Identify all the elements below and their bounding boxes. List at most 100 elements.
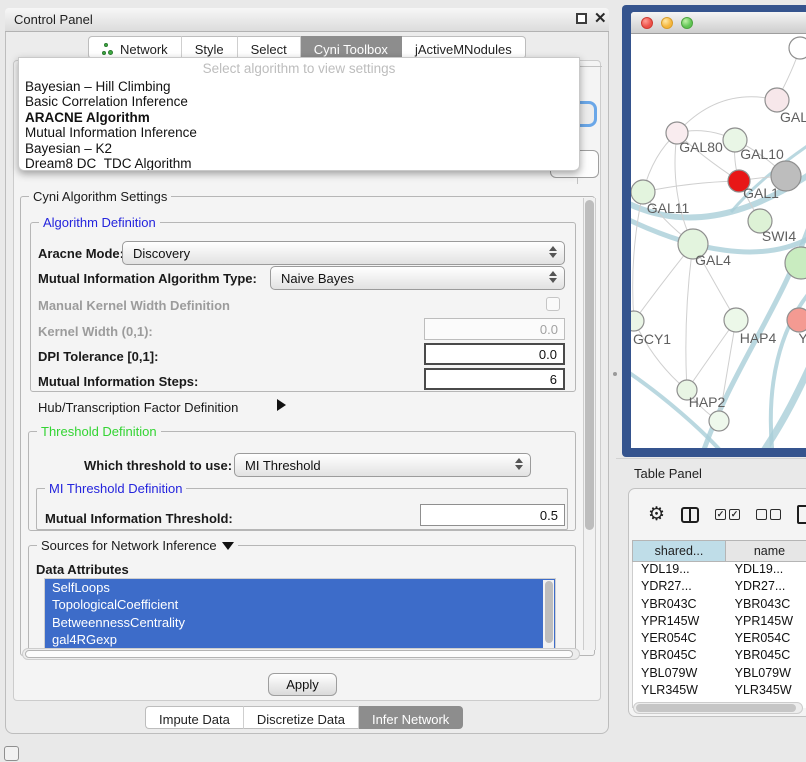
- table-row[interactable]: YLR345WYLR345W9.: [633, 683, 806, 700]
- table-row[interactable]: YPR145WYPR145W9.: [633, 614, 806, 631]
- network-node[interactable]: [771, 161, 801, 191]
- control-panel-tabs: NetworkStyle Select Cyni ToolboxjActiveMNo…: [88, 36, 526, 59]
- network-edge[interactable]: [643, 181, 739, 192]
- zoom-traffic-light-icon[interactable]: [681, 17, 693, 29]
- deselect-all-columns-icon[interactable]: [756, 509, 781, 520]
- table-cell: YLR345W: [633, 683, 727, 700]
- network-node-label: GAL: [780, 109, 806, 125]
- mi-algorithm-type-label: Mutual Information Algorithm Type:: [38, 271, 257, 286]
- attributes-scrollbar[interactable]: [543, 580, 554, 650]
- table-columns-icon[interactable]: [681, 507, 699, 523]
- network-node-hap4[interactable]: [724, 308, 748, 332]
- data-attributes-label: Data Attributes: [36, 562, 129, 577]
- attribute-item-gal4rgexp[interactable]: gal4RGexp: [45, 631, 555, 648]
- aracne-mode-combo[interactable]: Discovery: [122, 241, 565, 265]
- table-cell: YBR043C: [727, 597, 806, 614]
- table-row[interactable]: YBR043CYBR043C: [633, 597, 806, 614]
- tab-label: Select: [251, 42, 287, 57]
- attribute-item-selfloops[interactable]: SelfLoops: [45, 579, 555, 596]
- network-node-gcy1[interactable]: [631, 311, 644, 331]
- table-row[interactable]: YBL079WYBL079W: [633, 666, 806, 683]
- tab-impute-data[interactable]: Impute Data: [145, 706, 244, 729]
- mi-steps-label: Mutual Information Steps:: [38, 374, 198, 389]
- table-row[interactable]: YDL19...YDL19...13: [633, 562, 806, 579]
- table-cell: YPR145W: [727, 614, 806, 631]
- which-threshold-value: MI Threshold: [245, 458, 321, 473]
- apply-button[interactable]: Apply: [268, 673, 337, 696]
- close-traffic-light-icon[interactable]: [641, 17, 653, 29]
- network-edge[interactable]: [677, 97, 777, 133]
- aracne-mode-value: Discovery: [133, 246, 190, 261]
- which-threshold-combo[interactable]: MI Threshold: [234, 453, 531, 477]
- table-cell: YBL079W: [727, 666, 806, 683]
- algorithm-popup-placeholder: Select algorithm to view settings: [19, 58, 579, 79]
- network-canvas[interactable]: GALGAL80GAL10GAL1GAL11SWI4GAL4GCY1HAP4YH…: [631, 34, 806, 448]
- mi-algorithm-type-combo[interactable]: Naive Bayes: [270, 266, 565, 290]
- document-icon[interactable]: [797, 505, 806, 524]
- control-panel-header: [5, 8, 609, 32]
- algorithm-option-bayesian-hill-climbing[interactable]: Bayesian – Hill Climbing: [19, 79, 579, 94]
- table-cell: YDL19...: [727, 562, 806, 579]
- algorithm-option-basic-correlation-inference[interactable]: Basic Correlation Inference: [19, 94, 579, 109]
- algorithm-option-dream8-dc-tdc-algorithm[interactable]: Dream8 DC_TDC Algorithm: [19, 156, 579, 171]
- tab-style[interactable]: Style: [182, 36, 238, 59]
- expand-right-icon[interactable]: [277, 399, 286, 411]
- network-edge[interactable]: [686, 244, 693, 390]
- algorithm-option-mutual-information-inference[interactable]: Mutual Information Inference: [19, 125, 579, 140]
- data-attributes-list[interactable]: SelfLoopsTopologicalCoefficientBetweenne…: [44, 578, 556, 650]
- mi-threshold-field[interactable]: [420, 504, 565, 526]
- settings-horizontal-scrollbar[interactable]: [22, 648, 580, 660]
- algorithm-definition-title: Algorithm Definition: [39, 215, 160, 230]
- table-cell: YER054C: [727, 631, 806, 648]
- table-row[interactable]: YBR045CYBR045C9.: [633, 648, 806, 665]
- tab-cyni-toolbox[interactable]: Cyni Toolbox: [301, 36, 402, 59]
- attribute-item-topologicalcoefficient[interactable]: TopologicalCoefficient: [45, 596, 555, 613]
- sources-toggle[interactable]: Sources for Network Inference: [37, 538, 238, 553]
- split-divider-handle[interactable]: [613, 372, 617, 376]
- table-panel-divider: [616, 458, 806, 459]
- network-node[interactable]: [709, 411, 729, 431]
- mi-steps-field[interactable]: [424, 368, 565, 390]
- network-window[interactable]: GALGAL80GAL10GAL1GAL11SWI4GAL4GCY1HAP4YH…: [622, 5, 806, 457]
- tab-label: Infer Network: [372, 712, 449, 727]
- which-threshold-label: Which threshold to use:: [84, 458, 232, 473]
- restore-panel-icon[interactable]: [4, 746, 19, 761]
- network-tab-icon: [102, 43, 115, 56]
- dpi-tolerance-field[interactable]: [424, 343, 565, 365]
- tab-network[interactable]: Network: [88, 36, 182, 59]
- tab-infer-network[interactable]: Infer Network: [359, 706, 463, 729]
- float-panel-icon[interactable]: [576, 13, 587, 24]
- select-all-columns-icon[interactable]: ✓✓: [715, 509, 740, 520]
- manual-kernel-checkbox[interactable]: [546, 297, 560, 311]
- manual-kernel-label: Manual Kernel Width Definition: [38, 298, 230, 313]
- network-node-label: GAL1: [743, 185, 779, 201]
- table-row[interactable]: YDR27...YDR27...12: [633, 579, 806, 596]
- network-node-y[interactable]: [787, 308, 806, 332]
- gear-icon[interactable]: ⚙: [648, 505, 665, 524]
- column-header-name[interactable]: name: [726, 540, 806, 562]
- close-icon[interactable]: ✕: [594, 9, 607, 27]
- cyni-algorithm-settings-title: Cyni Algorithm Settings: [29, 189, 171, 204]
- mi-algorithm-type-value: Naive Bayes: [281, 271, 354, 286]
- algorithm-option-bayesian-k2[interactable]: Bayesian – K2: [19, 141, 579, 156]
- kernel-width-label: Kernel Width (0,1):: [38, 324, 153, 339]
- kernel-width-field[interactable]: [424, 318, 565, 340]
- settings-vertical-scrollbar[interactable]: [583, 198, 596, 650]
- column-header-shared[interactable]: shared...: [632, 540, 726, 562]
- algorithm-dropdown-popup: Select algorithm to view settings Bayesi…: [18, 57, 580, 171]
- attribute-item-betweennesscentrality[interactable]: BetweennessCentrality: [45, 614, 555, 631]
- table-horizontal-scrollbar[interactable]: [633, 702, 803, 714]
- algorithm-option-aracne-algorithm[interactable]: ARACNE Algorithm: [19, 110, 579, 125]
- tab-select[interactable]: Select: [238, 36, 301, 59]
- minimize-traffic-light-icon[interactable]: [661, 17, 673, 29]
- network-window-titlebar[interactable]: [631, 12, 806, 34]
- table-row[interactable]: YER054CYER054C8.: [633, 631, 806, 648]
- network-node-label: GCY1: [633, 331, 671, 347]
- network-edge[interactable]: [687, 320, 736, 390]
- tab-discretize-data[interactable]: Discretize Data: [244, 706, 359, 729]
- tab-jactivemnodules[interactable]: jActiveMNodules: [402, 36, 526, 59]
- table-cell: YER054C: [633, 631, 727, 648]
- network-node[interactable]: [789, 37, 806, 59]
- table-cell: YDL19...: [633, 562, 727, 579]
- network-edge-band[interactable]: [759, 360, 806, 448]
